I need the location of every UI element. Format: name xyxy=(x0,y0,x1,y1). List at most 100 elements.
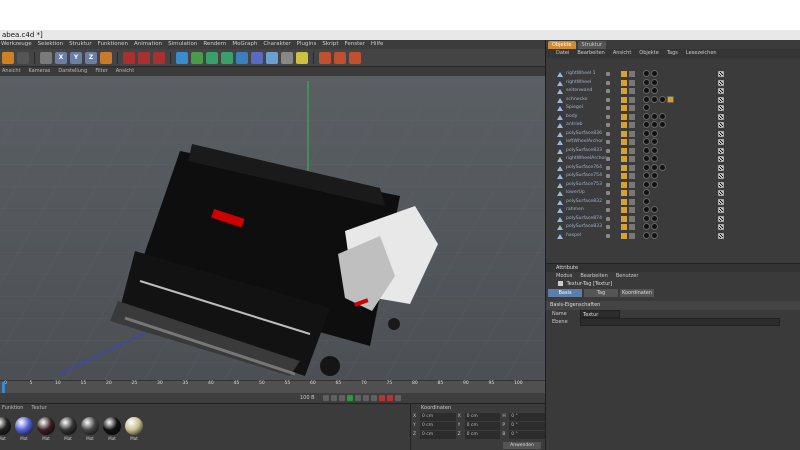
enable-check-icon[interactable] xyxy=(621,147,627,154)
layer-icon[interactable] xyxy=(629,173,635,179)
object-name[interactable]: polySurface874 xyxy=(566,215,602,224)
object-name[interactable]: rightWheel xyxy=(566,79,591,88)
layer-icon[interactable] xyxy=(629,232,635,239)
enable-check-icon[interactable] xyxy=(621,164,627,171)
object-name[interactable]: polySurface832 xyxy=(566,198,602,207)
texture-tag-icon[interactable] xyxy=(651,163,658,171)
uvw-tag-icon[interactable] xyxy=(718,232,724,239)
render-view-icon[interactable] xyxy=(123,51,135,64)
texture-tag-icon[interactable] xyxy=(651,214,658,222)
undo-icon[interactable] xyxy=(2,51,14,64)
layer-icon[interactable] xyxy=(629,224,635,230)
texture-tag-icon[interactable] xyxy=(643,138,650,145)
layer-icon[interactable] xyxy=(629,207,635,213)
object-name[interactable]: rightWheel 1 xyxy=(566,70,596,79)
uvw-tag-icon[interactable] xyxy=(718,113,724,120)
layer-icon[interactable] xyxy=(629,181,635,188)
menu-6[interactable]: Rendern xyxy=(203,40,226,49)
texture-tag-icon[interactable] xyxy=(643,78,650,86)
object-row[interactable]: haspel xyxy=(546,231,800,241)
visibility-dot-icon[interactable] xyxy=(606,225,610,229)
camera-icon[interactable] xyxy=(281,51,293,64)
object-row[interactable]: rightWheelArchor xyxy=(546,155,800,164)
layer-icon[interactable] xyxy=(629,147,635,154)
enable-check-icon[interactable] xyxy=(621,232,627,239)
viewport-menu-0[interactable]: Ansicht xyxy=(2,67,20,76)
render-picture-viewer-icon[interactable] xyxy=(138,51,150,64)
coordinate-value-field[interactable]: 0 cm xyxy=(464,413,501,421)
snap-icon[interactable] xyxy=(319,51,331,64)
object-name[interactable]: polySurface764 xyxy=(566,164,602,173)
workplane-icon[interactable] xyxy=(334,51,346,64)
coordinate-value-field[interactable]: 0 cm xyxy=(419,422,456,430)
material-swatch[interactable]: Mat xyxy=(58,417,78,445)
object-row[interactable]: leftWheelArchor xyxy=(546,138,800,147)
layer-icon[interactable] xyxy=(629,139,635,145)
uvw-tag-icon[interactable] xyxy=(718,105,724,111)
array-icon[interactable] xyxy=(221,51,233,64)
uvw-tag-icon[interactable] xyxy=(718,156,724,162)
texture-tag-icon[interactable] xyxy=(651,206,658,213)
attribute-menu-0[interactable]: Modus xyxy=(556,272,572,280)
render-settings-icon[interactable] xyxy=(153,51,165,64)
x-axis-icon[interactable]: X xyxy=(55,51,67,64)
coordinate-value-field[interactable]: 0 cm xyxy=(464,431,501,439)
uvw-tag-icon[interactable] xyxy=(718,173,724,179)
texture-tag-icon[interactable] xyxy=(643,104,650,111)
uvw-tag-icon[interactable] xyxy=(718,181,724,188)
enable-check-icon[interactable] xyxy=(621,122,627,128)
material-swatch[interactable]: Mat xyxy=(0,417,12,445)
material-menu-0[interactable]: Funktion xyxy=(2,404,23,412)
object-row[interactable]: polySurface832 xyxy=(546,197,800,207)
menu-10[interactable]: Skript xyxy=(322,40,338,49)
uvw-tag-icon[interactable] xyxy=(718,198,724,205)
coordinate-value-field[interactable]: 0 ° xyxy=(509,431,545,439)
enable-check-icon[interactable] xyxy=(621,215,627,222)
menu-1[interactable]: Selektion xyxy=(38,40,64,49)
texture-tag-icon[interactable] xyxy=(659,95,666,103)
layout-icon[interactable] xyxy=(349,51,361,64)
object-row[interactable]: polySurface874 xyxy=(546,214,800,224)
visibility-dot-icon[interactable] xyxy=(606,208,610,212)
layer-icon[interactable] xyxy=(629,79,635,86)
apply-button[interactable]: Anwenden xyxy=(503,442,541,449)
uvw-tag-icon[interactable] xyxy=(718,96,724,103)
visibility-dot-icon[interactable] xyxy=(606,165,610,170)
enable-check-icon[interactable] xyxy=(621,190,627,196)
object-name[interactable]: antrieb xyxy=(566,121,582,130)
viewport-menu-3[interactable]: Filter xyxy=(95,67,107,76)
object-name[interactable]: polySurface833 xyxy=(566,147,602,156)
texture-tag-icon[interactable] xyxy=(643,112,650,120)
object-row[interactable]: seitenwand xyxy=(546,87,800,96)
layer-icon[interactable] xyxy=(629,96,635,103)
enable-check-icon[interactable] xyxy=(621,224,627,230)
enable-check-icon[interactable] xyxy=(621,156,627,162)
visibility-dot-icon[interactable] xyxy=(606,106,610,110)
object-name[interactable]: Spiegel xyxy=(566,104,583,113)
object-menu-4[interactable]: Tags xyxy=(667,49,678,58)
object-row[interactable]: antrieb xyxy=(546,121,800,130)
next-frame-button[interactable] xyxy=(354,395,361,401)
object-tab-1[interactable]: Struktur xyxy=(577,41,606,49)
layer-icon[interactable] xyxy=(629,198,635,205)
object-row[interactable]: polySurface836 xyxy=(546,129,800,139)
texture-tag-icon[interactable] xyxy=(643,70,650,77)
uvw-tag-icon[interactable] xyxy=(718,224,724,230)
visibility-dot-icon[interactable] xyxy=(606,157,610,161)
menu-9[interactable]: Plugins xyxy=(297,40,317,49)
viewport-canvas[interactable] xyxy=(0,76,545,380)
texture-tag-icon[interactable] xyxy=(643,163,650,171)
object-name[interactable]: polySurface754 xyxy=(566,172,602,181)
texture-tag-icon[interactable] xyxy=(643,231,650,239)
layer-icon[interactable] xyxy=(629,71,635,77)
uvw-tag-icon[interactable] xyxy=(718,147,724,154)
enable-check-icon[interactable] xyxy=(621,88,627,94)
layer-icon[interactable] xyxy=(629,113,635,120)
pen-icon[interactable] xyxy=(191,51,203,64)
texture-tag-icon[interactable] xyxy=(651,146,658,154)
texture-tag-icon[interactable] xyxy=(659,121,666,128)
z-axis-icon[interactable]: Z xyxy=(85,51,97,64)
menu-4[interactable]: Animation xyxy=(134,40,162,49)
attribute-field-input[interactable]: Textur xyxy=(580,310,620,318)
texture-tag-icon[interactable] xyxy=(651,70,658,77)
